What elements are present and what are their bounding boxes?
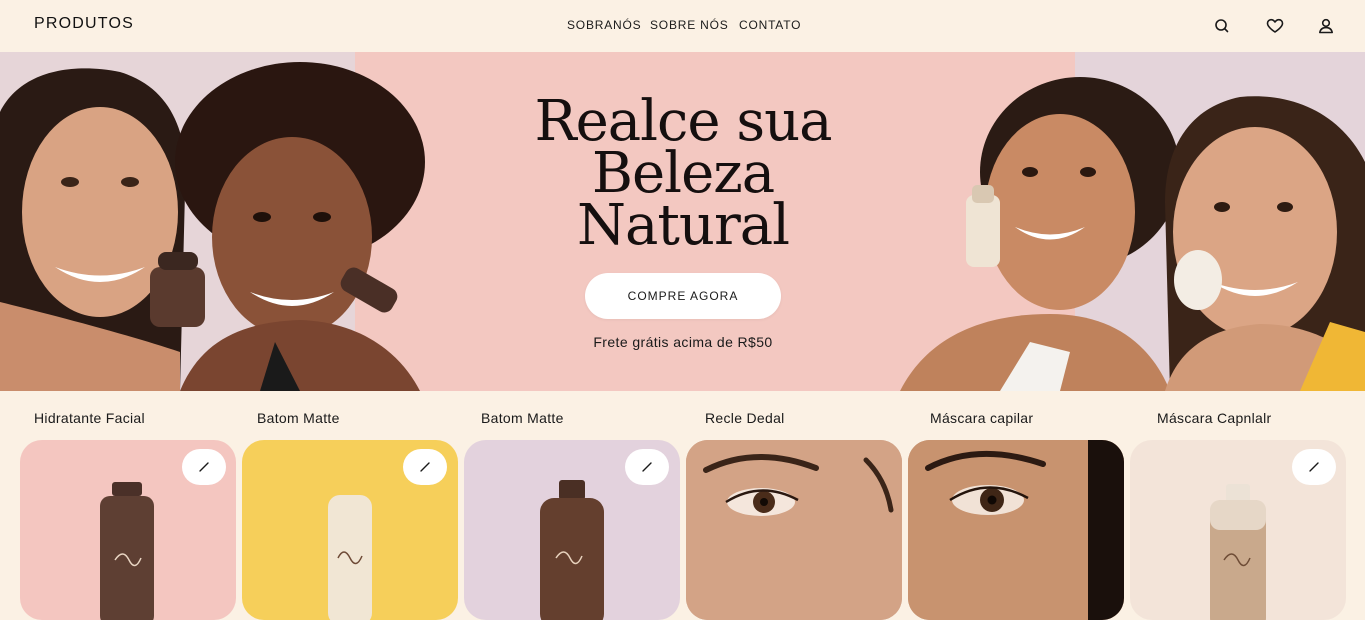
product-card[interactable] (242, 440, 458, 620)
menu-item-sobre-nos[interactable]: SOBRE NÓS (650, 18, 739, 32)
main-menu: SOBRANÓS SOBRE NÓS CONTATO (567, 18, 809, 32)
top-navigation: PRODUTOS SOBRANÓS SOBRE NÓS CONTATO (0, 0, 1365, 52)
brand-logo[interactable]: PRODUTOS (34, 15, 134, 33)
product-card[interactable] (908, 440, 1124, 620)
free-shipping-note: Frete grátis acima de R$50 (593, 334, 773, 350)
product-name[interactable]: Hidratante Facial (34, 410, 145, 426)
pencil-icon (420, 462, 430, 472)
model-right-1 (900, 77, 1180, 391)
product-card[interactable] (20, 440, 236, 620)
menu-item-contato[interactable]: CONTATO (739, 18, 809, 32)
pencil-icon (642, 462, 652, 472)
hero-banner: Realce sua Beleza Natural COMPRE AGORA F… (0, 52, 1365, 391)
favorite-button[interactable] (182, 449, 226, 485)
favorite-button[interactable] (625, 449, 669, 485)
pencil-icon (199, 462, 209, 472)
face-closeup-image (686, 440, 902, 620)
user-icon[interactable] (1314, 14, 1338, 38)
product-name[interactable]: Máscara Capnlalr (1157, 410, 1272, 426)
product-name[interactable]: Máscara capilar (930, 410, 1033, 426)
model-left-1 (0, 68, 205, 391)
product-card[interactable] (464, 440, 680, 620)
shop-now-button[interactable]: COMPRE AGORA (585, 273, 781, 319)
model-left-2 (175, 62, 425, 391)
hero-title: Realce sua Beleza Natural (468, 94, 898, 258)
product-name[interactable]: Batom Matte (481, 410, 564, 426)
favorite-button[interactable] (1292, 449, 1336, 485)
pencil-icon (1309, 462, 1319, 472)
search-icon[interactable] (1210, 14, 1234, 38)
product-card[interactable] (686, 440, 902, 620)
heart-icon[interactable] (1263, 14, 1287, 38)
model-right-2 (1165, 96, 1365, 391)
product-name[interactable]: Batom Matte (257, 410, 340, 426)
menu-item-sobranos[interactable]: SOBRANÓS (567, 18, 650, 32)
face-closeup-image (908, 440, 1124, 620)
favorite-button[interactable] (403, 449, 447, 485)
product-card[interactable] (1130, 440, 1346, 620)
hero-title-line-3: Natural (576, 193, 790, 258)
product-name[interactable]: Recle Dedal (705, 410, 785, 426)
product-row: Hidratante Facial Batom Matte Batom Matt… (0, 391, 1365, 620)
